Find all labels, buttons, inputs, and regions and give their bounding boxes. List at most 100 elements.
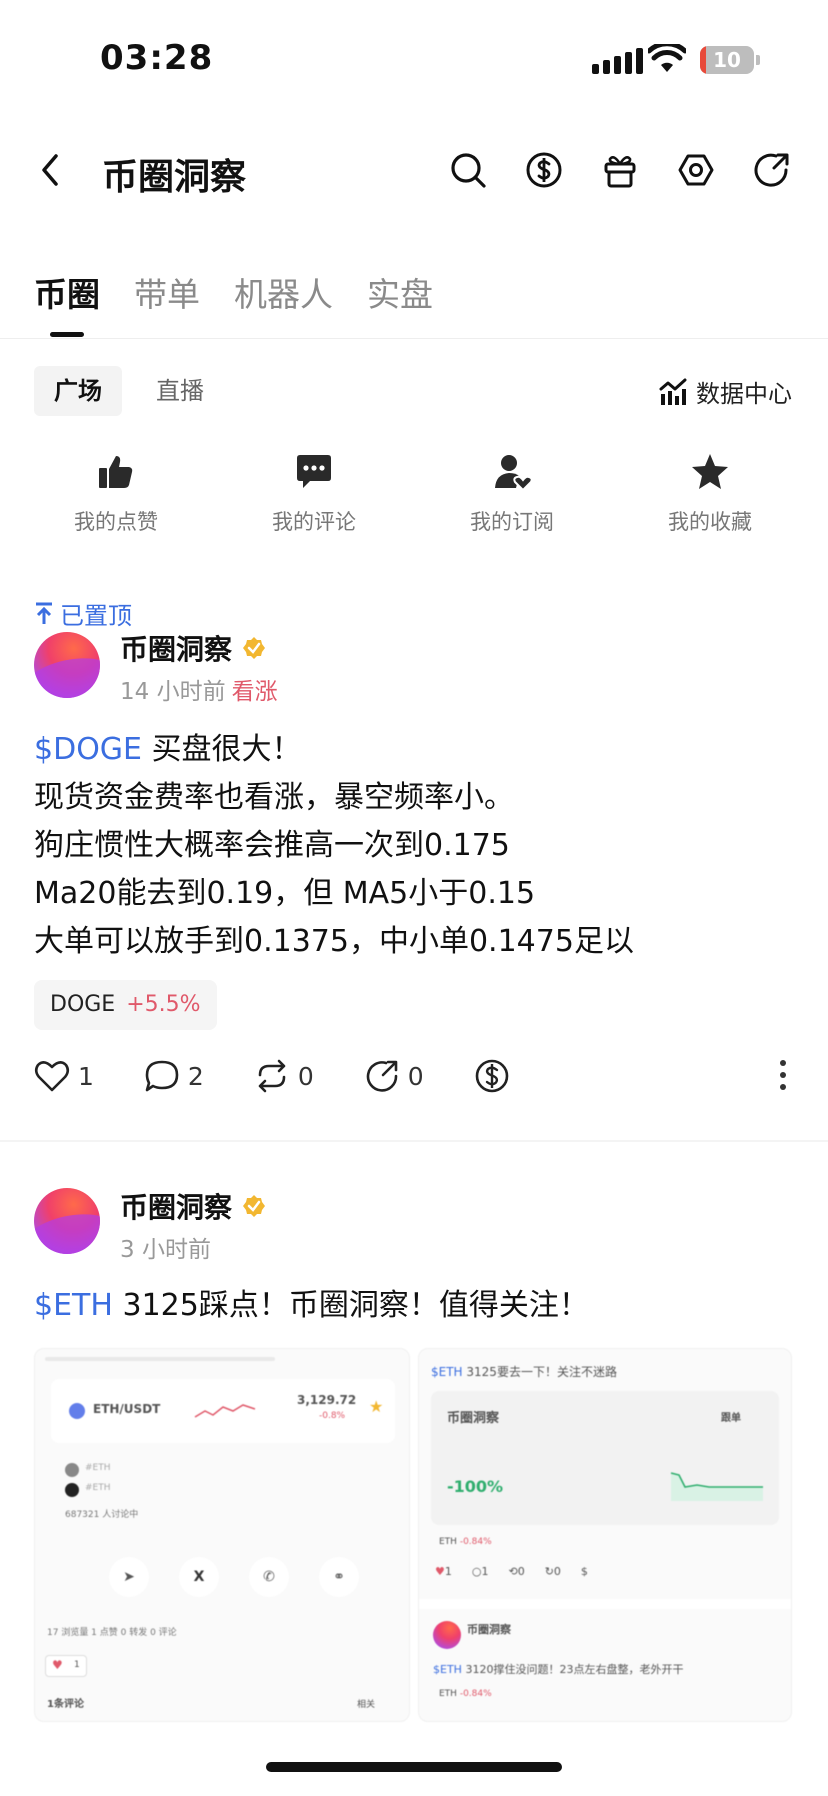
home-indicator[interactable] [266,1762,562,1772]
share-count: 0 [407,1061,424,1091]
tab-copy-trade[interactable]: 带单 [134,268,200,316]
verified-badge-icon [243,637,266,659]
post-image[interactable]: ETH/USDT 3,129.72 -0.8% ★ #ETH #ETH 6873… [34,1348,410,1722]
comment-line: 3120撑住没问题！23点左右盘整，老外开干 [465,1663,684,1676]
content-line: 现货资金费率也看涨，暴空频率小。 [34,780,514,815]
header-text: 3125要去一下！关注不迷路 [466,1365,617,1379]
tabs-divider [0,338,828,339]
quick-label: 我的收藏 [668,510,752,534]
author-name: 币圈洞察 [120,633,233,666]
dollar-icon: $ [580,1565,588,1578]
like-count: 1 [444,1565,452,1578]
quick-label: 我的点赞 [74,510,158,534]
battery-tip [756,55,760,65]
comment-button[interactable]: 2 [144,1059,204,1093]
sentiment-badge: 看涨 [231,679,278,705]
post-author[interactable]: 币圈洞察 [120,628,266,668]
coin-tag[interactable]: $ETH [34,1288,113,1323]
pair-price: 3,129.72 [297,1393,357,1407]
coin-label: ETH -0.84% [439,1689,492,1699]
gift-icon[interactable] [600,150,640,190]
sparkline [194,1404,256,1418]
post-time: 14 小时前 [120,679,226,705]
post-image[interactable]: $ETH 3125要去一下！关注不迷路 币圈洞察 跟单 -100% ETH -0… [418,1348,792,1722]
coin-chip[interactable]: DOGE +5.5% [34,980,217,1030]
star-icon: ★ [369,1397,384,1416]
coin-change: -0.84% [459,1537,492,1547]
post-author[interactable]: 币圈洞察 [120,1186,266,1226]
avatar[interactable] [34,632,100,698]
nav-bar: 币圈洞察 [0,130,828,210]
quick-label: 我的评论 [272,510,356,534]
tip-button[interactable] [474,1058,510,1094]
whatsapp-icon: ✆ [249,1557,289,1597]
main-tabs: 币圈 带单 机器人 实盘 [34,268,467,316]
repost-button[interactable]: 0 [254,1059,314,1093]
follow-button: 跟单 [721,1413,741,1424]
coin-tag[interactable]: $DOGE [34,732,142,767]
link-icon: ⚭ [319,1557,359,1597]
repost-count: 0 [517,1565,525,1578]
dollar-icon[interactable] [524,150,564,190]
subtab-live[interactable]: 直播 [136,366,224,416]
dollar-icon [475,1059,508,1093]
wifi-icon [648,44,686,72]
post-time: 3 小时前 [120,1237,211,1263]
avatar[interactable] [34,1188,100,1254]
search-icon[interactable] [448,150,488,190]
quick-my-subscriptions[interactable]: 我的订阅 [442,452,582,536]
pair-label: ETH/USDT [93,1402,161,1416]
repost-icon [258,1059,286,1093]
coin-tag: $ETH [433,1663,462,1676]
comment-icon [297,455,331,488]
discussion-count: 687321 人讨论中 [65,1510,139,1520]
thumbs-up-icon [99,456,133,488]
repost-count: 0 [297,1061,314,1091]
pair-change: -0.8% [319,1411,346,1421]
page-title: 币圈洞察 [102,157,247,198]
more-options-icon[interactable] [780,1060,788,1096]
like-button[interactable]: 1 [34,1059,94,1093]
share-button[interactable]: 0 [364,1059,424,1093]
quick-my-likes[interactable]: 我的点赞 [46,452,186,536]
post-content: $DOGE 买盘很大！ 现货资金费率也看涨，暴空频率小。 狗庄惯性大概率会推高一… [34,726,794,966]
chart-icon [659,378,687,405]
post-content: $ETH 3125踩点！币圈洞察！值得关注！ [34,1282,794,1330]
tab-robot[interactable]: 机器人 [234,268,333,316]
heart-icon [34,1061,70,1092]
coin-change: -0.84% [459,1689,492,1699]
subtab-square[interactable]: 广场 [34,366,122,416]
content-line: Ma20能去到0.19，但 MA5小于0.15 [34,876,536,911]
quick-my-favorites[interactable]: 我的收藏 [640,452,780,536]
coin-symbol: ETH [439,1689,457,1699]
pinned-label: 已置顶 [34,596,132,631]
comment-text: $ETH 3120撑住没问题！23点左右盘整，老外开干 [433,1661,683,1677]
back-icon[interactable] [38,150,62,190]
coin-label: ETH -0.84% [439,1537,492,1547]
author-name: 币圈洞察 [120,1191,233,1224]
comment-bubble-icon [145,1060,179,1092]
mini-actions: ♥1 ○1 ⟲0 ↻0 $ [435,1565,588,1578]
like-count: 1 [78,1061,94,1091]
tab-live-trading[interactable]: 实盘 [367,268,433,316]
coin-symbol: ETH [439,1537,457,1547]
data-center-link[interactable]: 数据中心 [658,374,792,409]
active-tab-indicator [50,332,84,337]
share-icon[interactable] [752,150,792,190]
quick-my-comments[interactable]: 我的评论 [244,452,384,536]
tab-coin-circle[interactable]: 币圈 [34,268,100,316]
comment-author: 币圈洞察 [467,1623,511,1636]
share-count: 0 [553,1565,561,1578]
x-icon: X [179,1557,219,1597]
comment-total: 1条评论 [47,1699,84,1710]
like-count: 1 [74,1660,80,1670]
verified-badge-icon [243,1195,266,1217]
settings-icon[interactable] [676,150,716,190]
battery-level: 10 [713,48,741,72]
content-line: 大单可以放手到0.1375，中小单0.1475足以 [34,924,634,959]
content-line: 买盘很大！ [151,732,302,767]
heart-icon: ♥ [52,1658,63,1672]
coin-change: +5.5% [126,992,201,1017]
data-center-label: 数据中心 [696,380,792,408]
battery-icon: 10 [700,46,754,74]
